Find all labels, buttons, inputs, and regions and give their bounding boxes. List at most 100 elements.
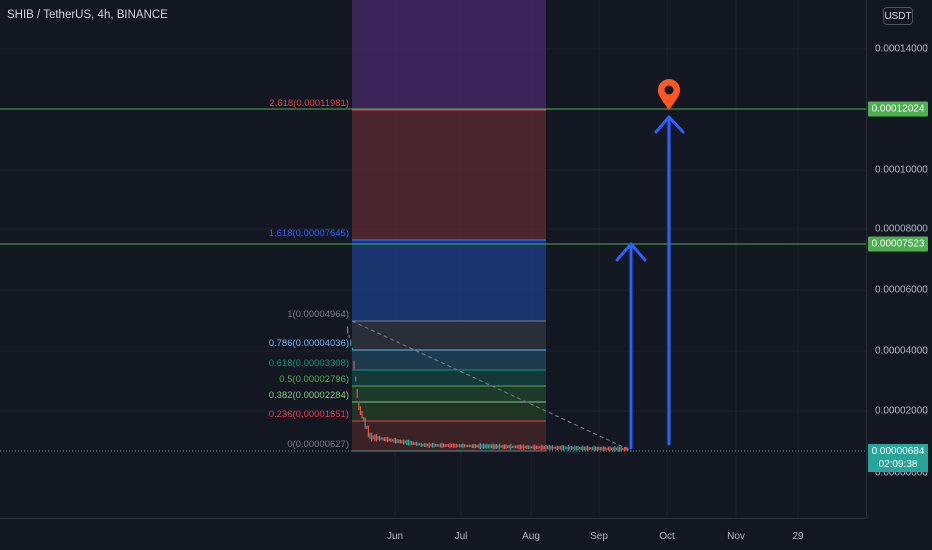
- candle: [374, 434, 376, 441]
- candle: [582, 445, 584, 451]
- candle: [358, 403, 360, 410]
- candle: [572, 446, 574, 450]
- candle: [430, 444, 432, 447]
- candle: [503, 444, 505, 449]
- up-arrow-icon[interactable]: [654, 115, 685, 446]
- candle: [380, 437, 382, 440]
- candle: [563, 445, 565, 451]
- candle: [604, 446, 606, 451]
- candle: [411, 441, 413, 446]
- fib-label-05: 0.5(0.00002796): [279, 374, 349, 385]
- candle: [614, 446, 616, 452]
- chart-pane[interactable]: SHIB / TetherUS, 4h, BINANCE 2.618(0.000…: [0, 0, 866, 518]
- price-tick: 0.00010000: [875, 164, 928, 176]
- candle: [407, 439, 409, 446]
- price-tick: 0.00002000: [875, 405, 928, 417]
- candle: [505, 444, 507, 450]
- fib-zone-extension-top: [352, 0, 546, 110]
- candle: [532, 445, 534, 450]
- candle: [361, 411, 363, 419]
- candle: [369, 432, 371, 439]
- candle: [371, 432, 373, 442]
- candle: [356, 389, 358, 398]
- up-arrow-icon[interactable]: [615, 242, 647, 450]
- price-tick: 0.00014000: [875, 43, 928, 55]
- candle: [556, 445, 558, 450]
- candle: [398, 439, 400, 444]
- time-tick: Aug: [522, 531, 540, 542]
- candle: [364, 417, 366, 429]
- candle: [607, 446, 609, 451]
- fib-label-0618: 0.618(0.00003308): [269, 358, 349, 369]
- candle: [457, 444, 459, 447]
- candle: [439, 443, 441, 448]
- candle: [617, 446, 619, 452]
- candle: [619, 446, 621, 452]
- price-tick: 0.00004000: [875, 345, 928, 357]
- map-pin-icon[interactable]: [658, 79, 680, 110]
- candle: [551, 445, 553, 451]
- candle: [508, 445, 510, 449]
- candle: [547, 446, 549, 449]
- candle: [601, 446, 603, 451]
- candle: [542, 445, 544, 450]
- candle: [449, 443, 451, 449]
- candle: [481, 444, 483, 449]
- candle: [545, 445, 547, 450]
- candle: [366, 425, 368, 429]
- candle: [391, 439, 393, 442]
- fib-zone-1618: [352, 240, 546, 321]
- candle: [355, 376, 357, 382]
- candle: [555, 446, 557, 449]
- candle: [347, 326, 349, 334]
- time-tick: Jul: [454, 531, 468, 542]
- candle: [359, 406, 361, 415]
- candle: [388, 438, 390, 441]
- candle: [523, 444, 525, 450]
- fib-label-1: 1(0.00004964): [287, 309, 349, 320]
- candle: [588, 446, 590, 450]
- candle: [539, 446, 541, 449]
- fib-label-2618: 2.618(0.00011981): [269, 98, 349, 109]
- candle: [531, 446, 533, 449]
- candle: [473, 444, 475, 449]
- candle: [483, 443, 485, 449]
- candle: [438, 444, 440, 447]
- candle: [620, 446, 622, 452]
- price-tag-lower-line: 0.00007523: [868, 236, 928, 252]
- candle: [420, 442, 422, 448]
- candle: [569, 446, 571, 450]
- fib-label-0236: 0.236(0.00001651): [269, 409, 349, 420]
- candle: [612, 447, 614, 451]
- candle: [363, 417, 365, 421]
- candle: [494, 444, 496, 449]
- time-axis[interactable]: Jun Jul Aug Sep Oct Nov 29: [0, 518, 866, 550]
- candle: [390, 438, 392, 442]
- candle: [535, 445, 537, 450]
- last-price-tag: 0.00000684 02:09:38: [868, 444, 928, 472]
- candle: [553, 446, 555, 449]
- time-tick: Jun: [386, 531, 404, 542]
- candle: [585, 446, 587, 451]
- candle: [393, 438, 395, 443]
- candle: [603, 446, 605, 451]
- candle: [524, 445, 526, 449]
- candle: [382, 437, 384, 441]
- candle: [379, 435, 381, 442]
- candle: [561, 445, 563, 451]
- candle: [375, 434, 377, 442]
- candle: [433, 442, 435, 448]
- fib-retracement[interactable]: 2.618(0.00011981) 1.618(0.00007645) 1(0.…: [269, 0, 633, 452]
- candle: [507, 445, 509, 449]
- candle: [404, 440, 406, 444]
- price-axis[interactable]: 0.00014000 0.00010000 0.00008000 0.00006…: [866, 0, 932, 518]
- candle: [475, 444, 477, 449]
- candle: [590, 447, 592, 450]
- candle: [443, 443, 445, 448]
- candle: [623, 446, 625, 452]
- candle: [575, 446, 577, 451]
- candle: [447, 444, 449, 447]
- candle: [348, 334, 350, 338]
- candle: [534, 444, 536, 451]
- candle: [577, 445, 579, 451]
